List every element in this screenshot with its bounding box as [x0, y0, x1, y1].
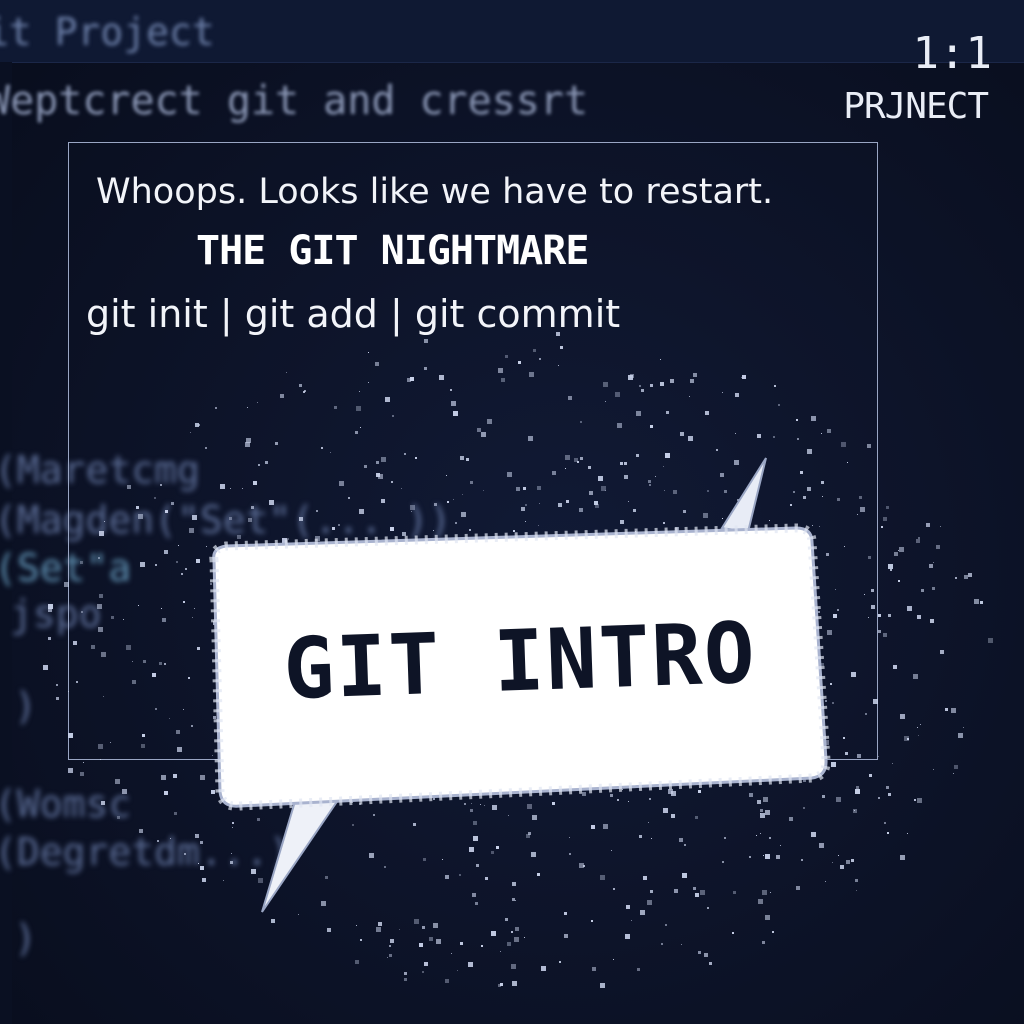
bubble-label: GIT INTRO — [281, 603, 759, 719]
speech-bubble — [209, 457, 831, 913]
